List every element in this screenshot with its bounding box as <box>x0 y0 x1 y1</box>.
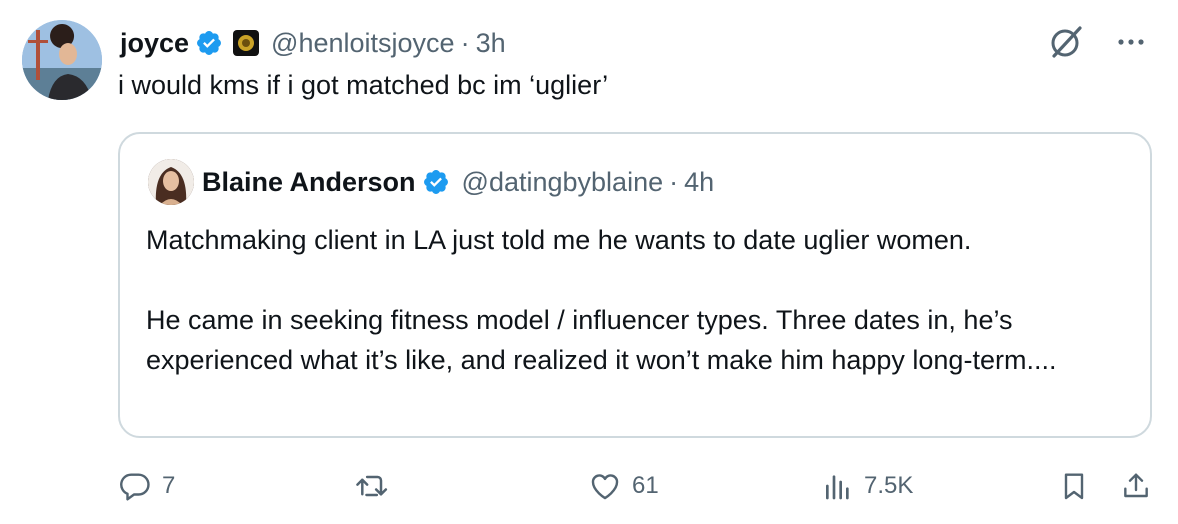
repost-icon <box>356 475 388 497</box>
reply-count: 7 <box>162 472 176 499</box>
quoted-author-name[interactable]: Blaine Anderson <box>202 167 416 198</box>
bookmark-button[interactable] <box>1058 464 1090 508</box>
quoted-paragraph: He came in seeking fitness model / influ… <box>146 305 1057 375</box>
action-bar: 7 61 7.5K <box>118 464 1148 508</box>
share-button[interactable] <box>1120 464 1152 508</box>
author-name[interactable]: joyce <box>120 28 189 59</box>
author-avatar[interactable] <box>22 20 102 100</box>
verified-badge-icon[interactable] <box>195 29 223 57</box>
like-button[interactable]: 61 <box>588 464 659 508</box>
repost-button[interactable] <box>354 464 400 508</box>
quoted-author-avatar[interactable] <box>148 159 194 205</box>
quoted-author-handle[interactable]: @datingbyblaine <box>462 167 664 198</box>
tweet-text: i would kms if i got matched bc im ‘ugli… <box>118 70 609 100</box>
reply-icon <box>120 473 150 501</box>
separator-dot: · <box>669 166 679 197</box>
quoted-header: Blaine Anderson @datingbyblaine · 4h <box>148 156 714 208</box>
separator-dot: · <box>460 27 470 58</box>
share-icon <box>1124 473 1148 498</box>
like-icon <box>591 474 619 500</box>
post-time[interactable]: 3h <box>476 28 506 59</box>
author-handle[interactable]: @henloitsjoyce <box>271 28 455 59</box>
quoted-text: Matchmaking client in LA just told me he… <box>146 220 1126 380</box>
reply-button[interactable]: 7 <box>118 464 175 508</box>
views-icon <box>826 475 849 500</box>
quoted-tweet[interactable]: Blaine Anderson @datingbyblaine · 4h Mat… <box>118 132 1152 438</box>
affiliate-badge-icon[interactable] <box>233 30 260 56</box>
tweet-header: joyce @henloitsjoyce · 3h <box>120 22 506 64</box>
bookmark-icon <box>1064 473 1084 500</box>
grok-icon[interactable] <box>1046 22 1086 62</box>
top-actions <box>1046 22 1148 62</box>
more-icon[interactable] <box>1114 25 1148 59</box>
quoted-post-time[interactable]: 4h <box>684 167 714 198</box>
quoted-paragraph: Matchmaking client in LA just told me he… <box>146 225 972 255</box>
verified-badge-icon[interactable] <box>422 168 450 196</box>
like-count: 61 <box>632 472 659 499</box>
views-button[interactable]: 7.5K <box>822 464 913 508</box>
view-count: 7.5K <box>864 472 914 499</box>
